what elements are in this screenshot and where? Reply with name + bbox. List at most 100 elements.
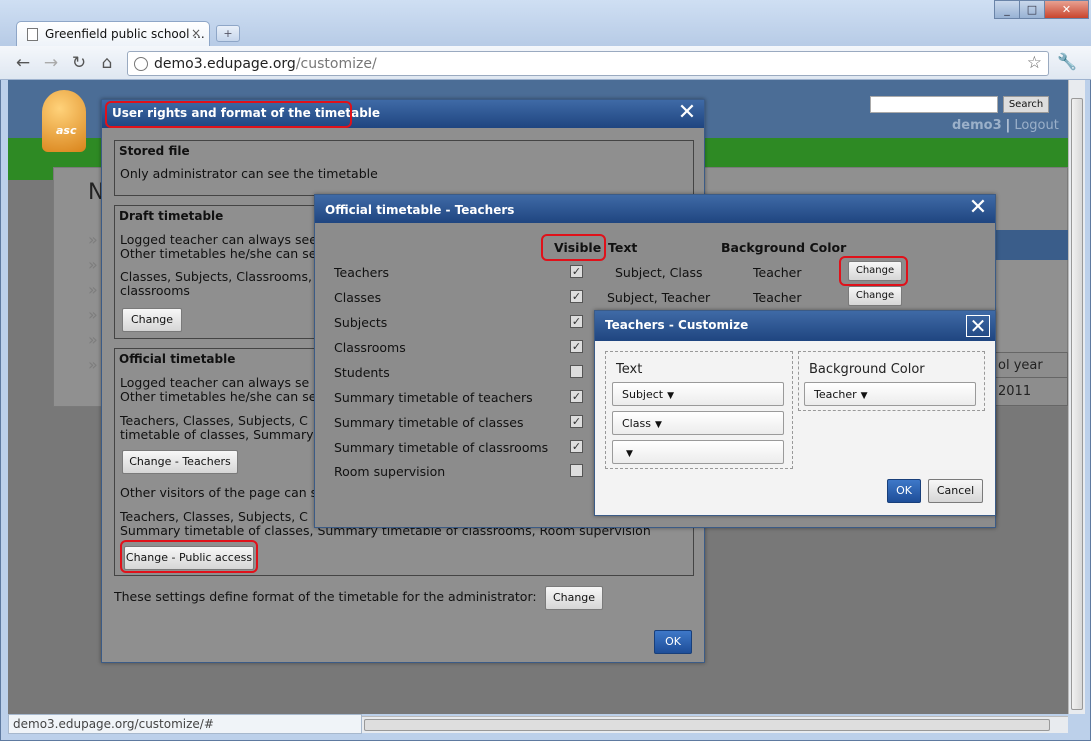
text-select-1[interactable]: Subject ▼ (612, 382, 784, 406)
row-label: Students (334, 365, 390, 380)
stored-file-section: Stored file Only administrator can see t… (114, 140, 694, 196)
forward-icon[interactable]: → (40, 52, 62, 74)
row-change-button[interactable]: Change (848, 261, 902, 281)
teachers-customize-dialog: Teachers - Customize ✕ Text Subject ▼ Cla… (594, 310, 996, 516)
draft-line: Logged teacher can always see (120, 232, 317, 247)
public-line: Teachers, Classes, Subjects, C (120, 509, 308, 524)
new-tab-button[interactable]: + (216, 25, 240, 42)
official-line: timetable of classes, Summary (120, 427, 314, 442)
visible-checkbox[interactable]: ✓ (570, 290, 583, 303)
bullet-chevron-icon: » (88, 280, 98, 299)
back-icon[interactable]: ← (12, 52, 34, 74)
cancel-button[interactable]: Cancel (928, 479, 983, 503)
select-value: Teacher (814, 388, 857, 401)
chevron-down-icon: ▼ (626, 449, 633, 459)
bell-icon (42, 90, 86, 152)
settings-line: These settings define format of the time… (114, 589, 537, 604)
row-bg-value: Teacher (753, 290, 802, 305)
row-change-button[interactable]: Change (848, 286, 902, 306)
fieldset-legend: Text (616, 362, 643, 377)
table-cell: 2011 (998, 384, 1032, 399)
row-text-value: Subject, Class (615, 265, 703, 280)
row-label: Subjects (334, 315, 388, 330)
school-year-table: ol year 2011 (993, 352, 1068, 406)
dialog-title: User rights and format of the timetable (102, 100, 704, 128)
official-line: Logged teacher can always se (120, 375, 310, 390)
browser-tab[interactable]: Greenfield public school ... × (16, 21, 210, 46)
section-heading: Official timetable (119, 352, 236, 366)
section-heading: Draft timetable (119, 209, 224, 223)
close-window-button[interactable]: ✕ (1044, 0, 1089, 19)
site-search-input[interactable] (870, 96, 998, 113)
text-select-3[interactable]: ▼ (612, 440, 784, 464)
logo-text: asc (56, 124, 77, 137)
logout-link[interactable]: Logout (1014, 118, 1059, 133)
background-fieldset: Background Color Teacher ▼ (798, 351, 985, 411)
change-teachers-button[interactable]: Change - Teachers (122, 450, 238, 474)
url-host: demo3.edupage.org (154, 56, 296, 72)
change-public-access-button[interactable]: Change - Public access (124, 546, 254, 570)
wrench-icon[interactable]: 🔧 (1057, 52, 1077, 71)
visible-checkbox[interactable] (570, 365, 583, 378)
row-text-value: Subject, Teacher (607, 290, 711, 305)
user-separator: | (1005, 118, 1011, 133)
url-text: demo3.edupage.org/customize/ (154, 56, 377, 72)
page-favicon-icon (27, 28, 38, 41)
bullet-chevron-icon: » (88, 305, 98, 324)
home-icon[interactable]: ⌂ (96, 52, 118, 74)
minimize-button[interactable]: _ (994, 0, 1020, 19)
row-label: Classes (334, 290, 382, 305)
tab-title: Greenfield public school ... (45, 27, 205, 41)
draft-change-button[interactable]: Change (122, 308, 182, 332)
visible-checkbox[interactable]: ✓ (570, 265, 583, 278)
close-icon[interactable]: ✕ (967, 197, 989, 219)
visible-checkbox[interactable]: ✓ (570, 440, 583, 453)
chevron-down-icon: ▼ (654, 420, 662, 430)
visible-checkbox[interactable]: ✓ (570, 340, 583, 353)
site-search-button[interactable]: Search (1003, 96, 1049, 113)
bullet-chevron-icon: » (88, 255, 98, 274)
ok-button[interactable]: OK (654, 630, 692, 654)
draft-line: Classes, Subjects, Classrooms, (120, 269, 312, 284)
background-select[interactable]: Teacher ▼ (804, 382, 976, 406)
text-select-2[interactable]: Class ▼ (612, 411, 784, 435)
status-bar: demo3.edupage.org/customize/# (8, 714, 362, 734)
asc-logo[interactable]: asc (30, 88, 90, 168)
reload-icon[interactable]: ↻ (68, 52, 90, 74)
row-label: Classrooms (334, 340, 406, 355)
bullet-chevron-icon: » (88, 355, 98, 374)
fieldset-legend: Background Color (809, 362, 925, 377)
horizontal-scrollbar[interactable] (362, 716, 1068, 733)
maximize-button[interactable]: □ (1019, 0, 1045, 19)
close-icon[interactable]: ✕ (676, 102, 698, 124)
tab-close-icon[interactable]: × (191, 26, 201, 40)
browser-toolbar: ← → ↻ ⌂ demo3.edupage.org/customize/ ☆ 🔧 (0, 46, 1091, 80)
close-icon[interactable]: ✕ (966, 315, 990, 337)
settings-change-button[interactable]: Change (545, 586, 603, 610)
draft-line: classrooms (120, 283, 190, 298)
column-header-text: Text (608, 240, 638, 255)
scrollbar-thumb[interactable] (364, 719, 1050, 731)
visitors-line: Other visitors of the page can s (120, 485, 318, 500)
draft-line: Other timetables he/she can se (120, 246, 317, 261)
scrollbar-thumb[interactable] (1071, 98, 1083, 710)
ok-button[interactable]: OK (887, 479, 921, 503)
visible-checkbox[interactable]: ✓ (570, 315, 583, 328)
dialog-title: Teachers - Customize (595, 311, 995, 341)
visible-checkbox[interactable]: ✓ (570, 415, 583, 428)
stored-line: Only administrator can see the timetable (120, 166, 378, 181)
column-header-background: Background Color (721, 240, 847, 255)
select-value: Subject (622, 388, 664, 401)
column-header-visible: Visible (554, 240, 602, 255)
visible-checkbox[interactable] (570, 464, 583, 477)
tab-strip: Greenfield public school ... × + _ □ ✕ (0, 0, 1091, 46)
user-line: demo3 | Logout (952, 118, 1059, 133)
bullet-chevron-icon: » (88, 230, 98, 249)
address-bar[interactable]: demo3.edupage.org/customize/ ☆ (127, 51, 1049, 76)
vertical-scrollbar[interactable] (1068, 80, 1085, 714)
bookmark-star-icon[interactable]: ☆ (1027, 53, 1042, 73)
row-label: Summary timetable of classes (334, 415, 524, 430)
section-heading: Stored file (119, 144, 190, 158)
visible-checkbox[interactable]: ✓ (570, 390, 583, 403)
table-header-cell: ol year (994, 353, 1068, 378)
